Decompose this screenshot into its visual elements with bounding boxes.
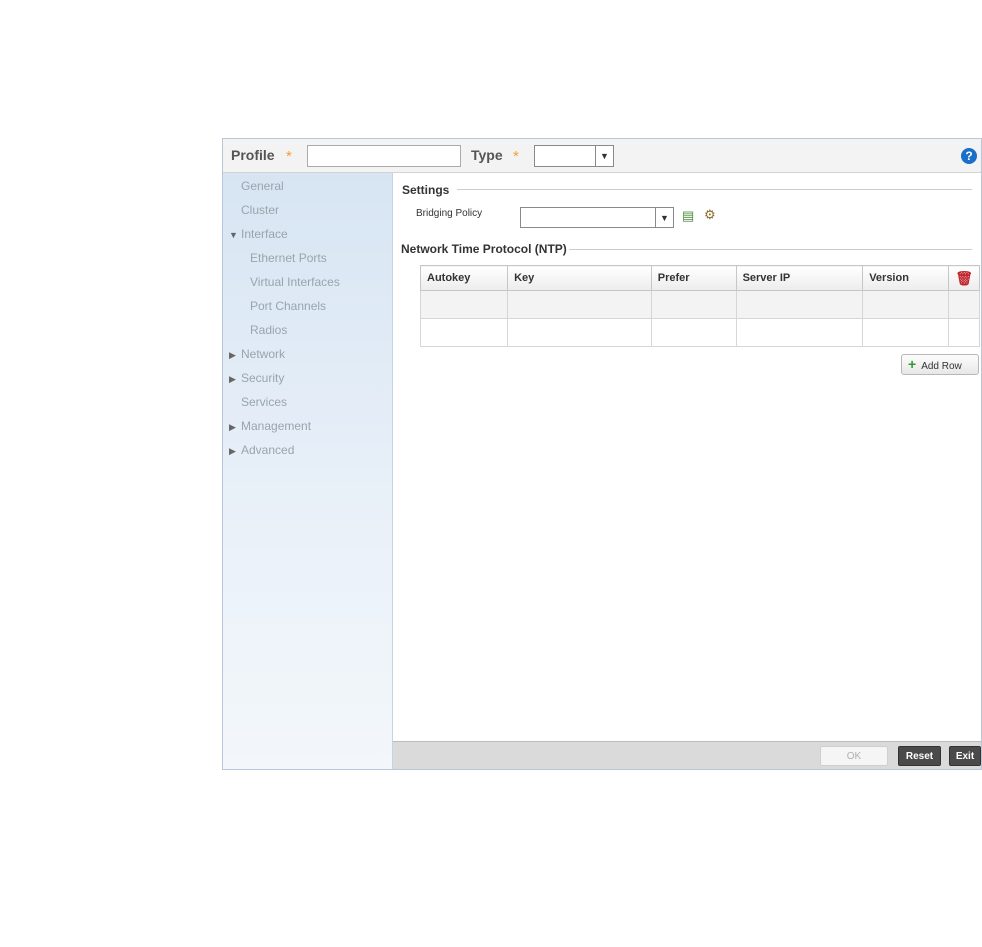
sidebar-item-security[interactable]: ▶ Security	[229, 371, 284, 385]
ntp-section-title: Network Time Protocol (NTP)	[401, 242, 567, 256]
table-row[interactable]	[419, 290, 980, 319]
chevron-down-icon: ▼	[655, 208, 673, 227]
bridging-policy-select[interactable]: ▼	[520, 207, 674, 228]
column-header-prefer[interactable]: Prefer	[650, 265, 737, 291]
profile-required-mark: *	[286, 148, 292, 165]
table-header-row: Autokey Key Prefer Server IP Version 🗑	[419, 265, 980, 291]
sidebar-item-network[interactable]: ▶ Network	[229, 347, 285, 361]
type-select[interactable]: ▼	[534, 145, 614, 167]
table-cell[interactable]	[419, 290, 509, 319]
table-cell[interactable]	[507, 318, 652, 347]
sidebar-item-cluster[interactable]: Cluster	[229, 203, 279, 217]
table-cell[interactable]	[650, 318, 737, 347]
reset-button[interactable]: Reset	[898, 746, 941, 766]
profile-window: Profile * Type * ▼ ? General Cluster ▼ In…	[222, 138, 982, 770]
profile-header-bar: Profile * Type * ▼ ?	[223, 139, 981, 173]
ntp-table: Autokey Key Prefer Server IP Version 🗑	[419, 265, 980, 347]
table-cell[interactable]	[735, 290, 864, 319]
column-header-version[interactable]: Version	[862, 265, 950, 291]
add-policy-icon[interactable]: ▤	[682, 208, 694, 224]
sidebar-item-virtual-interfaces[interactable]: Virtual Interfaces	[238, 275, 340, 289]
sidebar-item-services[interactable]: Services	[229, 395, 287, 409]
column-header-autokey[interactable]: Autokey	[419, 265, 509, 291]
profile-label: Profile	[231, 147, 275, 163]
expand-right-icon: ▶	[229, 446, 236, 456]
table-row[interactable]	[419, 318, 980, 347]
bridging-policy-label: Bridging Policy	[416, 208, 483, 219]
chevron-down-icon: ▼	[595, 146, 613, 166]
expand-right-icon: ▶	[229, 350, 236, 360]
profile-input[interactable]	[307, 145, 461, 167]
column-header-key[interactable]: Key	[507, 265, 652, 291]
settings-section-title: Settings	[402, 183, 450, 197]
table-cell[interactable]	[507, 290, 652, 319]
main-content: Settings Bridging Policy ▼ ▤ ⚙ Network T…	[393, 173, 981, 741]
settings-divider	[457, 189, 972, 190]
sidebar-item-ethernet-ports[interactable]: Ethernet Ports	[238, 251, 327, 265]
delete-row-button[interactable]: 🗑	[948, 265, 980, 291]
sidebar-item-interface[interactable]: ▼ Interface	[229, 227, 288, 241]
type-required-mark: *	[513, 148, 519, 165]
column-header-server-ip[interactable]: Server IP	[735, 265, 864, 291]
table-cell[interactable]	[735, 318, 864, 347]
expand-right-icon: ▶	[229, 374, 236, 384]
sidebar-item-management[interactable]: ▶ Management	[229, 419, 311, 433]
footer-bar: OK Reset Exit	[393, 741, 981, 769]
help-icon[interactable]: ?	[961, 148, 977, 164]
table-cell[interactable]	[862, 318, 950, 347]
plus-icon: +	[908, 356, 917, 372]
gear-icon[interactable]: ⚙	[704, 207, 716, 223]
table-cell	[948, 290, 980, 319]
trash-icon: 🗑	[955, 269, 973, 286]
table-cell[interactable]	[419, 318, 509, 347]
ok-button[interactable]: OK	[820, 746, 888, 766]
type-label: Type	[471, 147, 503, 163]
ntp-divider	[569, 249, 972, 250]
add-row-label: Add Row	[921, 361, 962, 372]
sidebar: General Cluster ▼ Interface Ethernet Port…	[223, 173, 393, 769]
exit-button[interactable]: Exit	[949, 746, 981, 766]
table-cell	[948, 318, 980, 347]
expand-right-icon: ▶	[229, 422, 236, 432]
sidebar-item-advanced[interactable]: ▶ Advanced	[229, 443, 294, 457]
table-cell[interactable]	[650, 290, 737, 319]
expand-down-icon: ▼	[229, 230, 238, 240]
sidebar-item-radios[interactable]: Radios	[238, 323, 287, 337]
add-row-button[interactable]: + Add Row	[901, 354, 979, 375]
sidebar-item-port-channels[interactable]: Port Channels	[238, 299, 326, 313]
table-cell[interactable]	[862, 290, 950, 319]
sidebar-item-general[interactable]: General	[229, 179, 284, 193]
